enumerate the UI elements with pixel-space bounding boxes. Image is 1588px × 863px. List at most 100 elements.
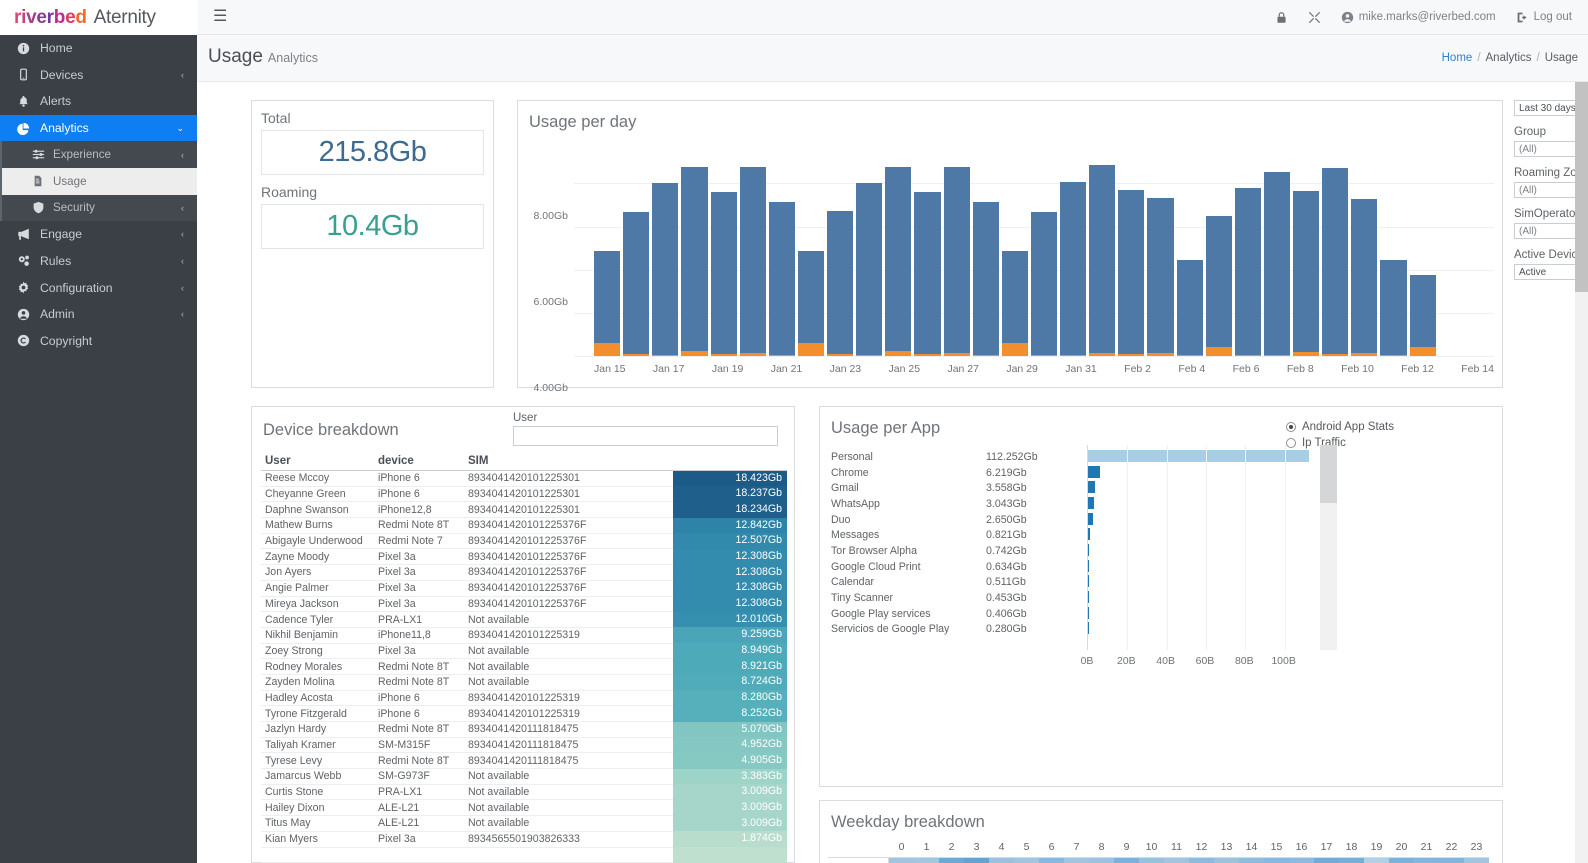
column-header-value[interactable] bbox=[673, 455, 787, 467]
page-scrollbar[interactable] bbox=[1575, 82, 1588, 863]
app-row[interactable]: Gmail3.558Gb bbox=[831, 480, 1086, 496]
table-row[interactable]: Zayne MoodyPixel 3a8934041420101225376F1… bbox=[261, 549, 787, 565]
app-bar[interactable] bbox=[1088, 466, 1100, 478]
bar[interactable] bbox=[1264, 172, 1290, 356]
heatmap-cell[interactable] bbox=[1289, 858, 1314, 863]
app-row[interactable]: Google Play services0.406Gb bbox=[831, 606, 1086, 622]
bar[interactable] bbox=[827, 211, 853, 356]
sidebar-item-home[interactable]: Home bbox=[0, 35, 197, 62]
table-row[interactable]: Kian MyersPixel 3a89345655019038263331.8… bbox=[261, 832, 787, 848]
table-row[interactable]: Reese MccoyiPhone 6893404142010122530118… bbox=[261, 471, 787, 487]
app-bar[interactable] bbox=[1088, 591, 1089, 603]
table-row[interactable]: Jon AyersPixel 3a8934041420101225376F12.… bbox=[261, 565, 787, 581]
table-row[interactable]: Abigayle UnderwoodRedmi Note 78934041420… bbox=[261, 534, 787, 550]
bar[interactable] bbox=[1031, 212, 1057, 356]
expand-icon[interactable] bbox=[1308, 11, 1321, 24]
table-row[interactable]: Nikhil BenjaminiPhone11,8893404142010122… bbox=[261, 628, 787, 644]
breadcrumb-analytics[interactable]: Analytics bbox=[1486, 52, 1532, 64]
table-row[interactable]: Zoey StrongPixel 3aNot available8.949Gb bbox=[261, 644, 787, 660]
app-bar[interactable] bbox=[1088, 528, 1090, 540]
table-row[interactable]: Taliyah KramerSM-M315F893404142011181847… bbox=[261, 738, 787, 754]
bar[interactable] bbox=[944, 167, 970, 356]
bar[interactable] bbox=[885, 167, 911, 356]
sidebar-item-admin[interactable]: Admin ‹ bbox=[0, 301, 197, 328]
app-bar[interactable] bbox=[1088, 607, 1089, 619]
app-chart-scroll-thumb[interactable] bbox=[1320, 445, 1337, 503]
brand-logo[interactable]: riverbed Aternity bbox=[0, 0, 197, 35]
lock-icon[interactable] bbox=[1275, 11, 1288, 24]
app-row[interactable]: Personal112.252Gb bbox=[831, 449, 1086, 465]
heatmap-cell[interactable] bbox=[964, 858, 989, 863]
table-row[interactable]: Tyrese LevyRedmi Note 8T8934041420111818… bbox=[261, 753, 787, 769]
heatmap-cell[interactable] bbox=[1039, 858, 1064, 863]
user-account[interactable]: mike.marks@riverbed.com bbox=[1341, 11, 1496, 24]
sidebar-item-engage[interactable]: Engage ‹ bbox=[0, 221, 197, 248]
app-bar[interactable] bbox=[1088, 497, 1094, 509]
bar[interactable] bbox=[623, 212, 649, 356]
app-chart-scrollbar[interactable] bbox=[1320, 445, 1337, 650]
app-bar[interactable] bbox=[1088, 544, 1089, 556]
breadcrumb-home[interactable]: Home bbox=[1442, 52, 1473, 64]
bar[interactable] bbox=[1118, 190, 1144, 356]
bar[interactable] bbox=[769, 202, 795, 357]
heatmap-cell[interactable] bbox=[1139, 858, 1164, 863]
heatmap-cell[interactable] bbox=[939, 858, 964, 863]
bar[interactable] bbox=[856, 183, 882, 356]
table-row[interactable]: Mireya JacksonPixel 3a893404142010122537… bbox=[261, 597, 787, 613]
bar[interactable] bbox=[594, 251, 620, 356]
bar[interactable] bbox=[1177, 260, 1203, 356]
sidebar-item-security[interactable]: Security ‹ bbox=[0, 195, 197, 222]
sidebar-item-rules[interactable]: Rules ‹ bbox=[0, 248, 197, 275]
bar[interactable] bbox=[1089, 165, 1115, 356]
table-row[interactable]: Jamarcus WebbSM-G973FNot available3.383G… bbox=[261, 769, 787, 785]
bar[interactable] bbox=[652, 183, 678, 356]
bar[interactable] bbox=[1235, 188, 1261, 356]
sidebar-item-experience[interactable]: Experience ‹ bbox=[0, 141, 197, 168]
table-row[interactable]: Rodney MoralesRedmi Note 8TNot available… bbox=[261, 659, 787, 675]
bar[interactable] bbox=[798, 251, 824, 356]
table-row[interactable]: Cheyanne GreeniPhone 6893404142010122530… bbox=[261, 487, 787, 503]
bar[interactable] bbox=[681, 167, 707, 356]
heatmap-cell[interactable] bbox=[1089, 858, 1114, 863]
app-row[interactable]: WhatsApp3.043Gb bbox=[831, 496, 1086, 512]
app-row[interactable]: Duo2.650Gb bbox=[831, 512, 1086, 528]
table-row[interactable]: Titus MayALE-L21Not available3.009Gb bbox=[261, 816, 787, 832]
bar[interactable] bbox=[1351, 199, 1377, 356]
heatmap-cell[interactable] bbox=[1189, 858, 1214, 863]
table-row[interactable]: Daphne SwansoniPhone12,88934041420101225… bbox=[261, 502, 787, 518]
table-row[interactable] bbox=[261, 848, 787, 863]
bar[interactable] bbox=[740, 167, 766, 356]
heatmap-cell[interactable] bbox=[1114, 858, 1139, 863]
heatmap-cell[interactable] bbox=[1314, 858, 1339, 863]
heatmap-cell[interactable] bbox=[1064, 858, 1089, 863]
heatmap-cell[interactable] bbox=[1339, 858, 1364, 863]
heatmap-cell[interactable] bbox=[1214, 858, 1239, 863]
column-header-device[interactable]: device bbox=[378, 455, 468, 467]
sidebar-item-devices[interactable]: Devices ‹ bbox=[0, 62, 197, 89]
table-row[interactable]: Hadley AcostaiPhone 68934041420101225319… bbox=[261, 691, 787, 707]
bar[interactable] bbox=[914, 192, 940, 356]
column-header-sim[interactable]: SIM bbox=[468, 455, 673, 467]
bar[interactable] bbox=[1293, 191, 1319, 356]
heatmap-cell[interactable] bbox=[1364, 858, 1389, 863]
bar[interactable] bbox=[1002, 251, 1028, 356]
table-row[interactable]: Tyrone FitzgeraldiPhone 6893404142010122… bbox=[261, 706, 787, 722]
sidebar-item-analytics[interactable]: Analytics ⌄ bbox=[0, 115, 197, 142]
app-bar[interactable] bbox=[1088, 513, 1093, 525]
app-bar[interactable] bbox=[1088, 450, 1309, 462]
app-row[interactable]: Tor Browser Alpha0.742Gb bbox=[831, 543, 1086, 559]
user-filter-input[interactable] bbox=[513, 426, 778, 446]
table-row[interactable]: Curtis StonePRA-LX1Not available3.009Gb bbox=[261, 785, 787, 801]
hamburger-menu-icon[interactable]: ☰ bbox=[213, 9, 227, 25]
bar[interactable] bbox=[1060, 182, 1086, 356]
page-scroll-thumb[interactable] bbox=[1575, 82, 1588, 292]
sidebar-item-alerts[interactable]: Alerts bbox=[0, 88, 197, 115]
sidebar-item-configuration[interactable]: Configuration ‹ bbox=[0, 274, 197, 301]
heatmap-cell[interactable] bbox=[1264, 858, 1289, 863]
app-bar[interactable] bbox=[1088, 622, 1089, 634]
heatmap-cell[interactable] bbox=[1239, 858, 1264, 863]
heatmap-cell[interactable] bbox=[1164, 858, 1189, 863]
column-header-user[interactable]: User bbox=[261, 455, 378, 467]
bar[interactable] bbox=[1147, 198, 1173, 356]
heatmap-cell[interactable] bbox=[1414, 858, 1439, 863]
